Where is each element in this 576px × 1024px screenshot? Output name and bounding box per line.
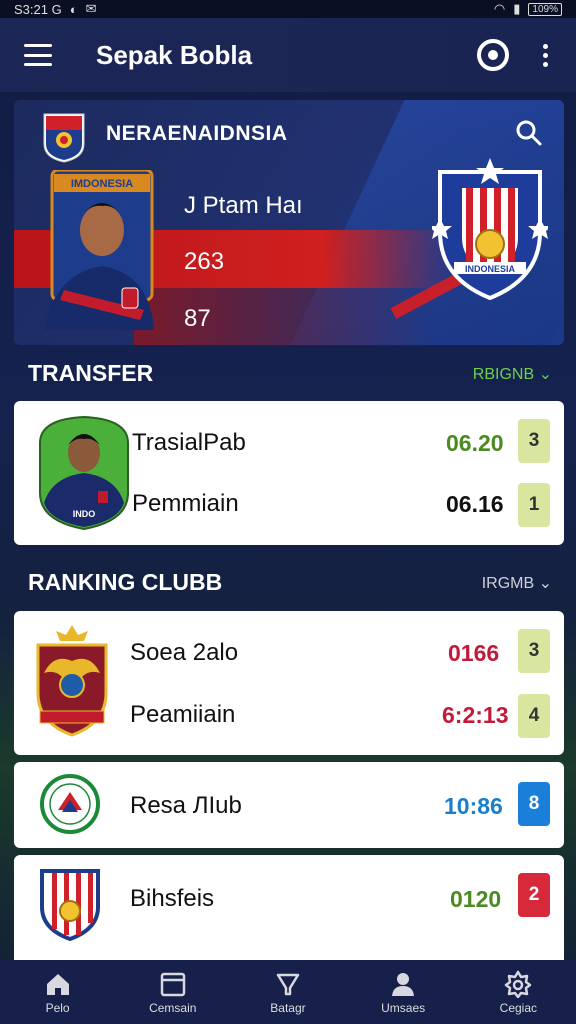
player-name: J Ptam Haı — [184, 192, 303, 219]
ranking-section-header: RANKING CLUBB IRGMB ⌄ — [28, 569, 552, 596]
transfer-section-header: TRANSFER RBIGNB ⌄ — [28, 360, 552, 387]
home-icon — [46, 973, 69, 995]
ranking-row-label: Soea 2alo — [130, 639, 239, 666]
ranking-row-value: 0120 — [450, 886, 502, 912]
club-crest-icon: INDONESIA — [432, 158, 548, 300]
nav-label: Cegiac — [499, 1000, 538, 1015]
nav-item-settings[interactable]: Cegiac — [468, 970, 568, 1015]
notification-icon: ◐ — [69, 1, 78, 17]
nav-label: Batagr — [270, 1000, 306, 1015]
ranking-filter-link[interactable]: IRGMB ⌄ — [482, 573, 552, 593]
gear-icon — [505, 970, 532, 998]
ranking-card[interactable]: Soea 2alo 0166 3 Peamiiain 6:2:13 4 — [14, 611, 564, 755]
transfer-filter-link[interactable]: RBIGNB ⌄ — [473, 364, 552, 384]
ranking-card[interactable]: Bihsfeis 0120 2 — [14, 855, 564, 965]
nav-item-user[interactable]: Umsaes — [353, 970, 453, 1015]
transfer-player-avatar: INDO — [39, 415, 129, 531]
ranking-row-badge[interactable]: 4 — [518, 694, 550, 738]
nav-label: Umsaes — [381, 1000, 426, 1015]
ranking-row-badge[interactable]: 8 — [518, 782, 550, 826]
signal-icon: ▮ — [513, 1, 521, 16]
country-name: NERAENAIDNSIA — [106, 122, 288, 145]
club-crest-round-icon — [40, 774, 100, 834]
more-options-icon[interactable] — [539, 43, 552, 67]
ranking-row-badge[interactable]: 2 — [518, 873, 550, 917]
trophy-icon — [276, 973, 300, 995]
transfer-row-value: 06.20 — [446, 430, 504, 456]
club-crest-garuda-icon — [36, 625, 108, 737]
user-icon — [392, 972, 415, 996]
ranking-row-value: 0166 — [448, 640, 500, 666]
bottom-navigation: Pelo Cemsain Batagr Umsaes Cegiac — [0, 960, 576, 1024]
nav-item-home[interactable]: Pelo — [8, 970, 108, 1015]
transfer-row-label: Pemmiain — [132, 490, 239, 517]
status-bar: S3:21 G ◐ ✉ ◠ ▮ 109% — [0, 0, 576, 18]
app-title: Sepak Bobla — [96, 39, 253, 70]
ranking-row-value: 10:86 — [444, 793, 503, 819]
svg-text:IMDONESIA: IMDONESIA — [71, 178, 133, 190]
search-icon[interactable] — [516, 120, 542, 146]
svg-text:INDONESIA: INDONESIA — [465, 264, 516, 274]
mail-icon: ✉ — [85, 1, 97, 16]
ranking-row-label: Peamiiain — [130, 701, 236, 728]
country-badge-icon — [43, 113, 85, 163]
svg-text:INDO: INDO — [73, 509, 96, 519]
status-time: S3:21 G — [14, 1, 62, 17]
ranking-row-value: 6:2:13 — [442, 702, 509, 728]
calendar-icon — [160, 972, 186, 996]
player-stat-primary: 263 — [184, 248, 225, 275]
ranking-card[interactable]: Resa ЛIub 10:86 8 — [14, 762, 564, 848]
nav-item-trophy[interactable]: Batagr — [238, 970, 338, 1015]
ranking-row-label: Resa ЛIub — [130, 792, 242, 819]
transfer-row-label: TrasialPab — [132, 429, 246, 456]
app-bar: Sepak Bobla — [0, 18, 576, 92]
transfer-row-badge[interactable]: 3 — [518, 419, 550, 463]
player-stat-secondary: 87 — [184, 305, 211, 332]
menu-icon[interactable] — [24, 44, 52, 66]
wifi-icon: ◠ — [493, 1, 506, 16]
club-crest-striped-icon — [40, 869, 100, 941]
nav-item-calendar[interactable]: Cemsain — [123, 970, 223, 1015]
transfer-title: TRANSFER — [28, 360, 154, 386]
ranking-row-label: Bihsfeis — [130, 885, 215, 912]
featured-player-banner[interactable]: NERAENAIDNSIA IMDONESIA J Ptam Haı 263 8… — [14, 100, 564, 345]
nav-label: Pelo — [45, 1000, 70, 1015]
refresh-icon[interactable] — [477, 39, 509, 71]
ranking-row-badge[interactable]: 3 — [518, 629, 550, 673]
transfer-card[interactable]: INDO TrasialPab 06.20 3 Pemmiain 06.16 1 — [14, 401, 564, 545]
nav-label: Cemsain — [149, 1000, 197, 1015]
player-photo: IMDONESIA — [44, 170, 154, 330]
ranking-title: RANKING CLUBB — [28, 569, 223, 595]
battery-level: 109% — [528, 2, 562, 16]
transfer-row-value: 06.16 — [446, 491, 504, 517]
transfer-row-badge[interactable]: 1 — [518, 483, 550, 527]
